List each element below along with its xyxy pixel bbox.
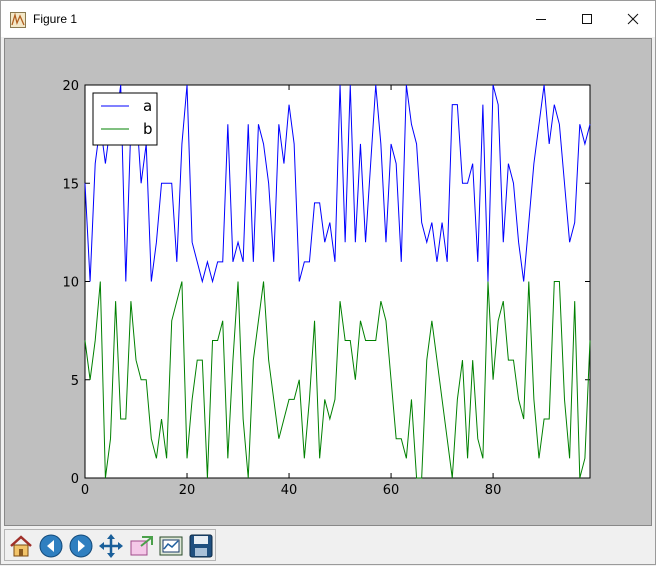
y-tick-label: 20 — [62, 79, 79, 94]
home-icon — [10, 535, 32, 557]
subplots-icon — [159, 536, 183, 556]
y-tick-label: 15 — [62, 177, 79, 192]
x-tick-label: 60 — [383, 483, 400, 498]
legend-label-b: b — [143, 120, 153, 138]
save-button[interactable] — [187, 532, 215, 560]
y-tick-label: 5 — [71, 374, 79, 389]
toolbar-button-group — [4, 529, 216, 561]
legend-label-a: a — [143, 97, 152, 115]
pan-arrows-icon — [99, 534, 123, 558]
save-disk-icon — [189, 534, 213, 558]
navigation-toolbar — [4, 529, 652, 563]
back-button[interactable] — [37, 532, 65, 560]
x-tick-label: 40 — [281, 483, 298, 498]
y-tick-label: 10 — [62, 276, 79, 291]
x-tick-label: 20 — [179, 483, 196, 498]
back-arrow-icon — [39, 534, 63, 558]
line-chart: 0 20 40 60 80 0 5 10 15 20 a b — [62, 79, 591, 498]
y-tick-label: 0 — [71, 472, 79, 487]
plot-area — [84, 84, 591, 479]
forward-arrow-icon — [69, 534, 93, 558]
figure-window: Figure 1 0 20 40 60 80 0 5 10 15 20 a b — [0, 0, 656, 565]
forward-button[interactable] — [67, 532, 95, 560]
pan-button[interactable] — [97, 532, 125, 560]
x-tick-label: 80 — [485, 483, 502, 498]
x-tick-label: 0 — [81, 483, 89, 498]
zoom-rect-icon — [130, 536, 153, 556]
home-button[interactable] — [7, 532, 35, 560]
configure-subplots-button[interactable] — [157, 532, 185, 560]
legend: a b — [92, 92, 158, 146]
zoom-button[interactable] — [127, 532, 155, 560]
